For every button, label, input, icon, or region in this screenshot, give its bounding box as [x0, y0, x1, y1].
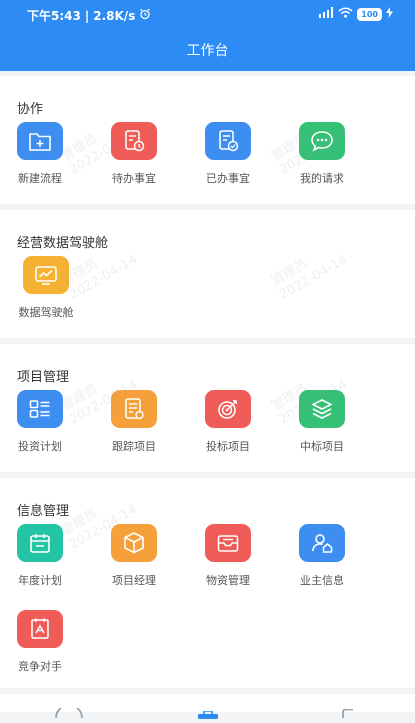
done-doc-icon	[205, 122, 251, 160]
status-bar: 下午5:43 | 2.8K/s 100	[0, 0, 415, 30]
app-label: 业主信息	[300, 574, 344, 587]
app-materials-management[interactable]: 物资管理	[188, 524, 268, 588]
app-new-process[interactable]: 新建流程	[0, 122, 80, 186]
layers-icon	[299, 390, 345, 428]
app-label: 跟踪项目	[112, 440, 156, 453]
section-title: 信息管理	[17, 504, 70, 519]
app-label: 已办事宜	[206, 172, 250, 185]
app-bidding-projects[interactable]: 投标项目	[188, 390, 268, 454]
status-right: 100	[318, 7, 393, 21]
status-separator: |	[84, 8, 90, 23]
app-investment-plan[interactable]: 投资计划	[0, 390, 80, 454]
app-label: 竞争对手	[18, 660, 62, 673]
tab-profile-icon[interactable]	[340, 703, 356, 722]
app-project-manager[interactable]: 项目经理	[94, 524, 174, 588]
bottom-tab-bar	[0, 694, 415, 719]
app-pending-tasks[interactable]: 待办事宜	[94, 122, 174, 186]
section-project-management: 项目管理 投资计划 跟踪项目 投标项目 中标项目	[0, 344, 415, 472]
app-data-dashboard[interactable]: 数据驾驶舱	[6, 256, 86, 320]
app-label: 年度计划	[18, 574, 62, 587]
app-annual-plan[interactable]: 年度计划	[0, 524, 80, 588]
charging-bolt-icon	[386, 7, 393, 21]
section-collaboration: 协作 新建流程 待办事宜 已办事宜 我的请求	[0, 76, 415, 204]
network-speed: 2.8K/s	[93, 8, 136, 23]
tray-icon	[205, 524, 251, 562]
tab-home-icon[interactable]	[54, 703, 84, 722]
cube-icon	[111, 524, 157, 562]
section-title: 协作	[17, 102, 44, 117]
page-title: 工作台	[186, 43, 229, 59]
section-business-dashboard: 经营数据驾驶舱 数据驾驶舱	[0, 210, 415, 338]
battery-indicator: 100	[357, 7, 382, 21]
section-information-management: 信息管理 年度计划 项目经理 物资管理 业主信息 竞争对手	[0, 478, 415, 688]
app-label: 物资管理	[206, 574, 250, 587]
app-label: 项目经理	[112, 574, 156, 587]
chat-bubble-icon	[299, 122, 345, 160]
section-title: 项目管理	[17, 370, 70, 385]
app-competitors[interactable]: 竞争对手	[0, 610, 80, 674]
status-left: 下午5:43 | 2.8K/s	[27, 7, 151, 24]
calendar-icon	[17, 524, 63, 562]
app-label: 我的请求	[300, 172, 344, 185]
app-label: 待办事宜	[112, 172, 156, 185]
app-label: 投标项目	[206, 440, 250, 453]
new-folder-icon	[17, 122, 63, 160]
tab-workbench-icon[interactable]	[196, 704, 220, 723]
app-tracking-projects[interactable]: 跟踪项目	[94, 390, 174, 454]
user-home-icon	[299, 524, 345, 562]
track-doc-icon	[111, 390, 157, 428]
wifi-icon	[338, 7, 353, 21]
app-won-projects[interactable]: 中标项目	[282, 390, 362, 454]
app-header: 下午5:43 | 2.8K/s 100 工作台	[0, 0, 415, 71]
competitor-icon	[17, 610, 63, 648]
grid-list-icon	[17, 390, 63, 428]
app-my-requests[interactable]: 我的请求	[282, 122, 362, 186]
app-label: 投资计划	[18, 440, 62, 453]
app-owner-info[interactable]: 业主信息	[282, 524, 362, 588]
app-label: 数据驾驶舱	[18, 306, 74, 319]
pending-doc-icon	[111, 122, 157, 160]
app-label: 新建流程	[18, 172, 62, 185]
target-icon	[205, 390, 251, 428]
alarm-clock-icon	[139, 8, 151, 23]
section-title: 经营数据驾驶舱	[17, 236, 109, 251]
app-label: 中标项目	[300, 440, 344, 453]
app-completed-tasks[interactable]: 已办事宜	[188, 122, 268, 186]
cellular-signal-icon	[318, 7, 334, 21]
monitor-chart-icon	[23, 256, 69, 294]
status-time: 下午5:43	[27, 9, 81, 23]
